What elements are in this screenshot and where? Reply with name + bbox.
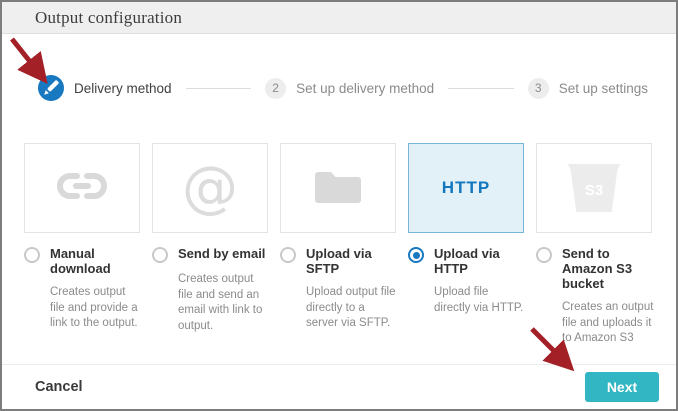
radio-circle[interactable] xyxy=(280,247,296,263)
step-delivery-method: Delivery method xyxy=(38,75,172,101)
delivery-options: Manual download Creates output file and … xyxy=(2,143,676,347)
option-label[interactable]: Send to Amazon S3 bucket xyxy=(562,246,652,291)
option-label[interactable]: Send by email xyxy=(178,246,267,261)
option-amazon-s3: S3 Send to Amazon S3 bucket Creates an o… xyxy=(536,143,652,347)
option-upload-sftp: Upload via SFTP Upload output file direc… xyxy=(280,143,396,347)
option-description: Creates an output file and uploads it to… xyxy=(562,300,654,347)
radio-send-by-email[interactable]: Send by email xyxy=(152,246,268,263)
s3-bucket-icon: S3 xyxy=(568,164,620,212)
radio-circle[interactable] xyxy=(24,247,40,263)
radio-circle[interactable] xyxy=(536,247,552,263)
next-button[interactable]: Next xyxy=(585,372,659,402)
option-card-upload-http[interactable]: HTTP xyxy=(408,143,524,233)
at-icon: @ xyxy=(182,160,238,216)
dialog-title: Output configuration xyxy=(35,8,182,28)
option-description: Creates output file and provide a link t… xyxy=(50,285,142,332)
option-send-by-email: @ Send by email Creates output file and … xyxy=(152,143,268,347)
option-card-upload-sftp[interactable] xyxy=(280,143,396,233)
step-label: Set up settings xyxy=(559,81,648,96)
option-description: Upload output file directly to a server … xyxy=(306,285,398,332)
dialog-header: Output configuration xyxy=(2,2,676,34)
wizard-stepper: Delivery method 2 Set up delivery method… xyxy=(2,75,676,101)
step-setup-delivery-method: 2 Set up delivery method xyxy=(265,78,434,99)
step-connector xyxy=(448,88,514,89)
output-configuration-dialog: Output configuration Delivery method 2 S… xyxy=(0,0,678,411)
option-description: Creates output file and send an email wi… xyxy=(178,272,270,334)
link-icon xyxy=(53,169,111,208)
pencil-icon xyxy=(38,75,64,101)
dialog-footer: Cancel Next xyxy=(2,364,676,409)
folder-icon xyxy=(312,166,364,211)
step-number: 3 xyxy=(528,78,549,99)
option-description: Upload file directly via HTTP. xyxy=(434,285,526,316)
radio-circle[interactable] xyxy=(152,247,168,263)
option-card-amazon-s3[interactable]: S3 xyxy=(536,143,652,233)
radio-circle[interactable] xyxy=(408,247,424,263)
http-text: HTTP xyxy=(442,178,490,198)
radio-upload-http[interactable]: Upload via HTTP xyxy=(408,246,524,276)
step-number: 2 xyxy=(265,78,286,99)
option-card-send-by-email[interactable]: @ xyxy=(152,143,268,233)
cancel-button[interactable]: Cancel xyxy=(35,379,83,395)
option-card-manual-download[interactable] xyxy=(24,143,140,233)
option-label[interactable]: Upload via HTTP xyxy=(434,246,524,276)
option-upload-http: HTTP Upload via HTTP Upload file directl… xyxy=(408,143,524,347)
option-label[interactable]: Manual download xyxy=(50,246,140,276)
step-label: Delivery method xyxy=(74,81,172,96)
radio-amazon-s3[interactable]: Send to Amazon S3 bucket xyxy=(536,246,652,291)
option-manual-download: Manual download Creates output file and … xyxy=(24,143,140,347)
red-arrow-step-icon xyxy=(12,39,43,78)
option-label[interactable]: Upload via SFTP xyxy=(306,246,396,276)
radio-manual-download[interactable]: Manual download xyxy=(24,246,140,276)
step-setup-settings: 3 Set up settings xyxy=(528,78,648,99)
step-connector xyxy=(186,88,252,89)
s3-bucket-label: S3 xyxy=(585,182,603,199)
radio-upload-sftp[interactable]: Upload via SFTP xyxy=(280,246,396,276)
step-label: Set up delivery method xyxy=(296,81,434,96)
